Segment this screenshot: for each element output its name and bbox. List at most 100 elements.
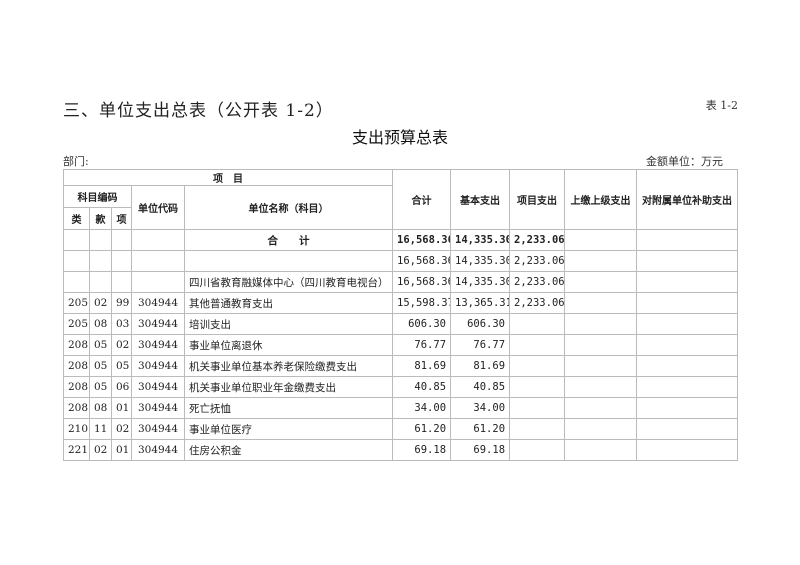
cell-basic: 606.30 — [450, 313, 511, 335]
cell-lei — [63, 271, 90, 293]
header-kuan: 款 — [89, 207, 112, 230]
header-unit-name: 单位名称（科目） — [183, 185, 394, 230]
table-row: 16,568.36 14,335.30 2,233.06 — [63, 250, 739, 272]
table-row: 208 05 05 304944 机关事业单位基本养老保险缴费支出 81.69 … — [63, 355, 739, 377]
cell-total: 606.30 — [392, 313, 452, 335]
header-project-expense: 项目支出 — [509, 169, 566, 230]
cell-code: 304944 — [131, 376, 185, 398]
cell-total: 16,568.36 — [392, 271, 452, 293]
cell-lei — [63, 250, 90, 272]
cell-name: 四川省教育融媒体中心（四川教育电视台） — [183, 271, 394, 293]
cell-subsidy — [636, 418, 739, 440]
cell-kuan — [89, 271, 112, 293]
table-number-tag: 表 1-2 — [705, 99, 738, 112]
cell-upper — [564, 229, 638, 251]
cell-name — [183, 250, 394, 272]
table-row: 208 08 01 304944 死亡抚恤 34.00 34.00 — [63, 397, 739, 419]
cell-basic: 34.00 — [450, 397, 511, 419]
cell-code: 304944 — [131, 418, 185, 440]
cell-project: 2,233.06 — [509, 250, 566, 272]
cell-basic: 81.69 — [450, 355, 511, 377]
cell-name: 死亡抚恤 — [183, 397, 394, 419]
cell-subsidy — [636, 313, 739, 335]
table-row: 205 08 03 304944 培训支出 606.30 606.30 — [63, 313, 739, 335]
cell-total: 69.18 — [392, 439, 452, 461]
cell-upper — [564, 313, 638, 335]
header-xiang: 项 — [111, 207, 132, 230]
page-title: 支出预算总表 — [351, 128, 448, 147]
cell-project: 2,233.06 — [509, 229, 566, 251]
cell-lei: 205 — [63, 313, 90, 335]
cell-lei: 208 — [63, 355, 90, 377]
cell-upper — [564, 439, 638, 461]
cell-code: 304944 — [131, 397, 185, 419]
cell-lei: 210 — [63, 418, 90, 440]
cell-lei: 208 — [63, 334, 90, 356]
cell-upper — [564, 292, 638, 314]
header-upper: 上缴上级支出 — [564, 169, 638, 230]
table-row: 合 计 16,568.36 14,335.30 2,233.06 — [63, 229, 739, 251]
cell-code: 304944 — [131, 355, 185, 377]
cell-code: 304944 — [131, 439, 185, 461]
cell-total: 61.20 — [392, 418, 452, 440]
cell-kuan: 05 — [89, 334, 112, 356]
cell-upper — [564, 418, 638, 440]
cell-xiang — [111, 229, 132, 251]
cell-kuan: 02 — [89, 292, 112, 314]
cell-code — [131, 271, 185, 293]
cell-code: 304944 — [131, 292, 185, 314]
cell-xiang: 02 — [111, 334, 132, 356]
cell-basic: 61.20 — [450, 418, 511, 440]
cell-lei — [63, 229, 90, 251]
cell-name: 合 计 — [183, 229, 394, 251]
cell-project — [509, 418, 566, 440]
expenditure-budget-table: 项 目 合计 基本支出 项目支出 上缴上级支出 对附属单位补助支出 科目编码 单… — [62, 169, 739, 461]
cell-kuan: 02 — [89, 439, 112, 461]
cell-project — [509, 439, 566, 461]
cell-xiang: 01 — [111, 439, 132, 461]
cell-total: 76.77 — [392, 334, 452, 356]
cell-subsidy — [636, 250, 739, 272]
header-lei: 类 — [63, 207, 90, 230]
cell-xiang: 01 — [111, 397, 132, 419]
cell-project — [509, 355, 566, 377]
cell-basic: 13,365.31 — [450, 292, 511, 314]
cell-lei: 221 — [63, 439, 90, 461]
header-project: 项 目 — [62, 169, 394, 186]
cell-kuan: 08 — [89, 313, 112, 335]
cell-project — [509, 313, 566, 335]
header-subject-code: 科目编码 — [63, 185, 132, 208]
cell-subsidy — [636, 439, 739, 461]
cell-kuan — [89, 229, 112, 251]
cell-subsidy — [636, 271, 739, 293]
cell-xiang: 99 — [111, 292, 132, 314]
cell-upper — [564, 271, 638, 293]
cell-lei: 208 — [63, 397, 90, 419]
cell-upper — [564, 376, 638, 398]
cell-code — [131, 250, 185, 272]
cell-subsidy — [636, 292, 739, 314]
cell-basic: 14,335.30 — [450, 250, 511, 272]
table-row: 221 02 01 304944 住房公积金 69.18 69.18 — [63, 439, 739, 461]
table-row: 205 02 99 304944 其他普通教育支出 15,598.37 13,3… — [63, 292, 739, 314]
cell-lei: 205 — [63, 292, 90, 314]
cell-total: 15,598.37 — [392, 292, 452, 314]
cell-subsidy — [636, 229, 739, 251]
cell-basic: 14,335.30 — [450, 271, 511, 293]
cell-name: 机关事业单位职业年金缴费支出 — [183, 376, 394, 398]
cell-kuan: 05 — [89, 376, 112, 398]
cell-name: 事业单位医疗 — [183, 418, 394, 440]
cell-upper — [564, 250, 638, 272]
cell-subsidy — [636, 355, 739, 377]
cell-basic: 14,335.30 — [450, 229, 511, 251]
section-heading: 三、单位支出总表（公开表 1-2） — [63, 101, 334, 121]
cell-name: 事业单位离退休 — [183, 334, 394, 356]
cell-xiang — [111, 250, 132, 272]
cell-subsidy — [636, 376, 739, 398]
cell-xiang: 06 — [111, 376, 132, 398]
amount-unit-label: 金额单位：万元 — [646, 155, 723, 168]
cell-project — [509, 397, 566, 419]
header-unit-code: 单位代码 — [131, 185, 185, 230]
cell-subsidy — [636, 397, 739, 419]
cell-upper — [564, 355, 638, 377]
